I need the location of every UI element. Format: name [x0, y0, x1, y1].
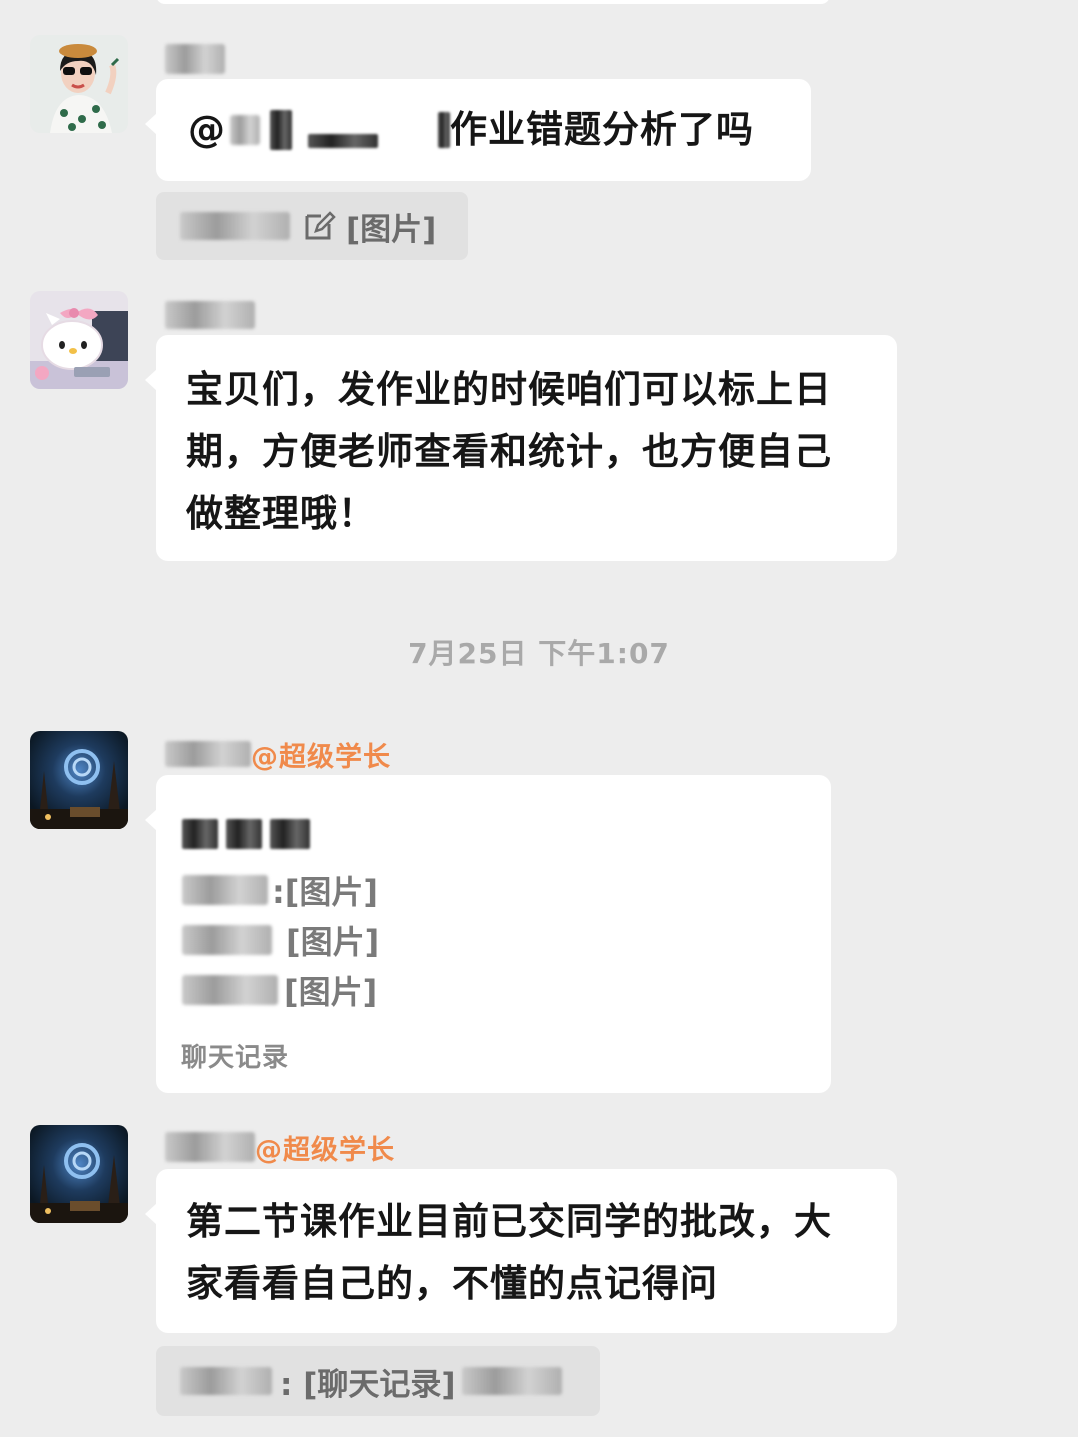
sender-name-redacted [165, 42, 225, 76]
chat-record-bubble[interactable]: :[图片] [图片] [图片] 聊天记录 [145, 775, 831, 1093]
quoted-message[interactable]: [图片] [156, 192, 468, 260]
message-text: @ 作业错题分析了吗 [188, 99, 754, 161]
sender-tag: @超级学长 [255, 1134, 395, 1166]
avatar[interactable] [30, 731, 128, 829]
message-line: 第二节课作业目前已交同学的批改，大 [186, 1200, 832, 1243]
quoted-message[interactable]: : [聊天记录] [156, 1346, 600, 1416]
avatar-girl-illustration [30, 35, 128, 133]
sender-name-redacted [165, 298, 255, 332]
avatar[interactable] [30, 35, 128, 133]
message-body: 作业错题分析了吗 [450, 108, 754, 151]
quote-text: [图片] [346, 211, 437, 248]
mention-prefix: @ [188, 108, 226, 151]
avatar[interactable] [30, 291, 128, 389]
redacted-quote-sender [180, 212, 290, 240]
chat-record-item: [图片] [182, 917, 379, 963]
record-item-text: [图片] [284, 973, 378, 1011]
avatar-night-sky-illustration [30, 1125, 128, 1223]
redacted-quote-sender [180, 1367, 272, 1395]
redacted-mention [230, 115, 260, 145]
chat-record-title-redacted [182, 819, 310, 849]
message-bubble[interactable]: 第二节课作业目前已交同学的批改，大 家看看自己的，不懂的点记得问 [145, 1169, 897, 1333]
message-line: 期，方便老师查看和统计，也方便自己 [186, 430, 832, 473]
sender-name: @超级学长 [165, 737, 391, 773]
message-bubble[interactable]: @ 作业错题分析了吗 [145, 79, 811, 181]
message-line: 家看看自己的，不懂的点记得问 [186, 1262, 718, 1305]
chat-record-footer: 聊天记录 [181, 1043, 290, 1073]
redacted-sender [182, 875, 268, 905]
edit-icon [305, 211, 336, 240]
sender-tag: @超级学长 [251, 741, 391, 773]
avatar-hello-kitty-illustration [30, 291, 128, 389]
redacted-mention [270, 110, 292, 150]
redacted-name [165, 741, 251, 767]
sender-name: @超级学长 [165, 1130, 395, 1166]
message-text: 宝贝们，发作业的时候咱们可以标上日 期，方便老师查看和统计，也方便自己 做整理哦… [186, 359, 832, 545]
message-text: 第二节课作业目前已交同学的批改，大 家看看自己的，不懂的点记得问 [186, 1191, 832, 1315]
redacted-name [165, 1132, 255, 1162]
avatar[interactable] [30, 1125, 128, 1223]
redacted-sender [182, 975, 278, 1005]
message-line: 宝贝们，发作业的时候咱们可以标上日 [186, 368, 832, 411]
redacted-title [182, 819, 218, 849]
message-bubble[interactable]: 宝贝们，发作业的时候咱们可以标上日 期，方便老师查看和统计，也方便自己 做整理哦… [145, 335, 897, 561]
redacted-name [165, 44, 225, 74]
record-item-text: [图片] [286, 923, 380, 961]
redacted-sender [182, 925, 272, 955]
message-line: 做整理哦！ [186, 492, 376, 535]
redacted-title [226, 819, 262, 849]
redacted-name [165, 301, 255, 329]
timestamp-divider: 7月25日 下午1:07 [408, 637, 670, 670]
redacted-quote-content [461, 1367, 562, 1395]
chat-record-item: :[图片] [182, 867, 378, 913]
quote-text: : [聊天记录] [280, 1366, 456, 1403]
redacted-title [270, 819, 310, 849]
record-item-text: :[图片] [272, 873, 379, 911]
avatar-night-sky-illustration [30, 731, 128, 829]
previous-message-bubble[interactable] [156, 0, 830, 4]
chat-record-item: [图片] [182, 967, 377, 1013]
redacted-mention [308, 134, 378, 148]
redacted-mention [438, 112, 450, 148]
